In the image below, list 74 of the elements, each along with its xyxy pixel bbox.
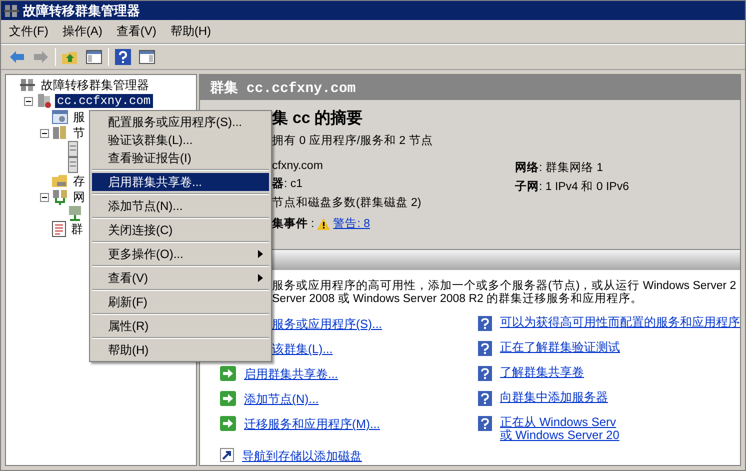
menu-item[interactable]: 文件(F)	[9, 23, 48, 40]
tree-item[interactable]: 网	[71, 188, 87, 206]
network-icon	[52, 189, 68, 205]
shortcut-arrow-icon	[220, 448, 234, 462]
help-icon	[478, 390, 492, 406]
summary-text: 拥有 0 应用程序/服务和 2 节点	[272, 133, 434, 148]
window-title: 故障转移群集管理器	[23, 2, 140, 20]
arrow-icon	[220, 366, 236, 381]
help-icon	[478, 416, 492, 431]
menu-item[interactable]: 帮助(H)	[170, 23, 211, 40]
menu-item[interactable]: 属性(R)	[92, 317, 269, 335]
help-icon[interactable]	[115, 49, 131, 65]
cluster-icon	[20, 78, 36, 92]
events-label: 集事件	[272, 216, 308, 232]
help-icon	[478, 366, 492, 381]
panel-header: 群集 cc.ccfxny.com	[200, 75, 740, 100]
tree-item[interactable]: 群	[69, 220, 85, 238]
summary-title: 集 cc 的摘要	[272, 108, 364, 130]
warning-icon	[317, 218, 330, 230]
tree-item[interactable]: 服	[71, 108, 87, 126]
collapse-toggle-icon[interactable]	[40, 128, 49, 138]
detail-text: 器: c1	[272, 176, 304, 192]
help-link[interactable]: 了解群集共享卷	[500, 366, 584, 379]
menu-item[interactable]: 启用群集共享卷...	[92, 173, 269, 191]
colon-text: :	[311, 218, 314, 230]
back-arrow-icon[interactable]	[9, 51, 25, 63]
event-log-icon	[52, 221, 66, 237]
tree-item[interactable]: 节	[71, 124, 87, 142]
intro-text: 服务或应用程序的高可用性，添加一个或多个服务器(节点)，或从运行 Windows Server 2	[272, 280, 738, 292]
detail-text: 节点和磁盘多数(群集磁盘 2)	[272, 196, 422, 210]
help-link[interactable]: 向群集中添加服务器	[500, 390, 608, 404]
menu-item[interactable]: 查看(V)	[92, 269, 269, 287]
detail-text: 子网: 1 IPv4 和 0 IPv6	[515, 180, 630, 194]
menu-item[interactable]: 配置服务或应用程序(S)...	[92, 113, 269, 131]
action-link[interactable]: 启用群集共享卷...	[244, 366, 338, 383]
menu-item[interactable]: 验证该群集(L)...	[92, 131, 269, 149]
collapse-toggle-icon[interactable]	[40, 192, 49, 202]
menu-item[interactable]: 关闭连接(C)	[92, 221, 269, 239]
network-adapter-icon	[68, 205, 82, 221]
menu-item[interactable]: 查看(V)	[116, 23, 156, 40]
action-link[interactable]: 该群集(L)...	[272, 340, 333, 358]
help-icon	[478, 316, 492, 331]
menu-item[interactable]: 更多操作(O)...	[92, 245, 269, 263]
help-link[interactable]: 正在了解群集验证测试	[500, 340, 620, 354]
action-link[interactable]: 迁移服务和应用程序(M)...	[244, 416, 380, 433]
menu-item[interactable]: 刷新(F)	[92, 293, 269, 311]
server-icon	[68, 157, 78, 173]
arrow-icon	[220, 390, 236, 406]
servers-icon	[52, 125, 68, 141]
tree-item[interactable]: 存	[71, 172, 87, 190]
server-icon	[68, 141, 78, 157]
detail-text: cfxny.com	[272, 160, 324, 172]
cluster-icon	[4, 4, 20, 18]
menu-item[interactable]: 添加节点(N)...	[92, 197, 269, 215]
cluster-server-icon	[36, 93, 52, 109]
help-link[interactable]: 正在从 Windows Serv 或 Windows Server 20	[500, 416, 620, 442]
menu-item[interactable]: 查看验证报告(I)	[92, 149, 269, 167]
console-tree-icon[interactable]	[86, 50, 102, 64]
arrow-icon	[220, 416, 236, 431]
action-link[interactable]: 服务或应用程序(S)...	[272, 316, 382, 333]
menu-item[interactable]: 操作(A)	[62, 23, 102, 40]
tree-item[interactable]: cc.ccfxny.com	[55, 94, 153, 108]
collapse-toggle-icon[interactable]	[24, 96, 33, 106]
warnings-link[interactable]: 警告: 8	[333, 216, 370, 232]
help-icon	[478, 340, 492, 356]
action-link[interactable]: 添加节点(N)...	[244, 390, 319, 408]
help-link[interactable]: 可以为获得高可用性而配置的服务和应用程序	[500, 316, 740, 329]
storage-link[interactable]: 导航到存储以添加磁盘	[242, 448, 362, 465]
tree-item[interactable]: 故障转移群集管理器	[39, 76, 151, 94]
action-pane-icon[interactable]	[139, 50, 155, 64]
intro-text: Server 2008 或 Windows Server 2008 R2 的群集迁移服务和应用程序。	[272, 292, 644, 306]
menu-item[interactable]: 帮助(H)	[92, 341, 269, 359]
detail-text: 网络: 群集网络 1	[515, 160, 604, 176]
folder-up-icon[interactable]	[62, 50, 78, 64]
